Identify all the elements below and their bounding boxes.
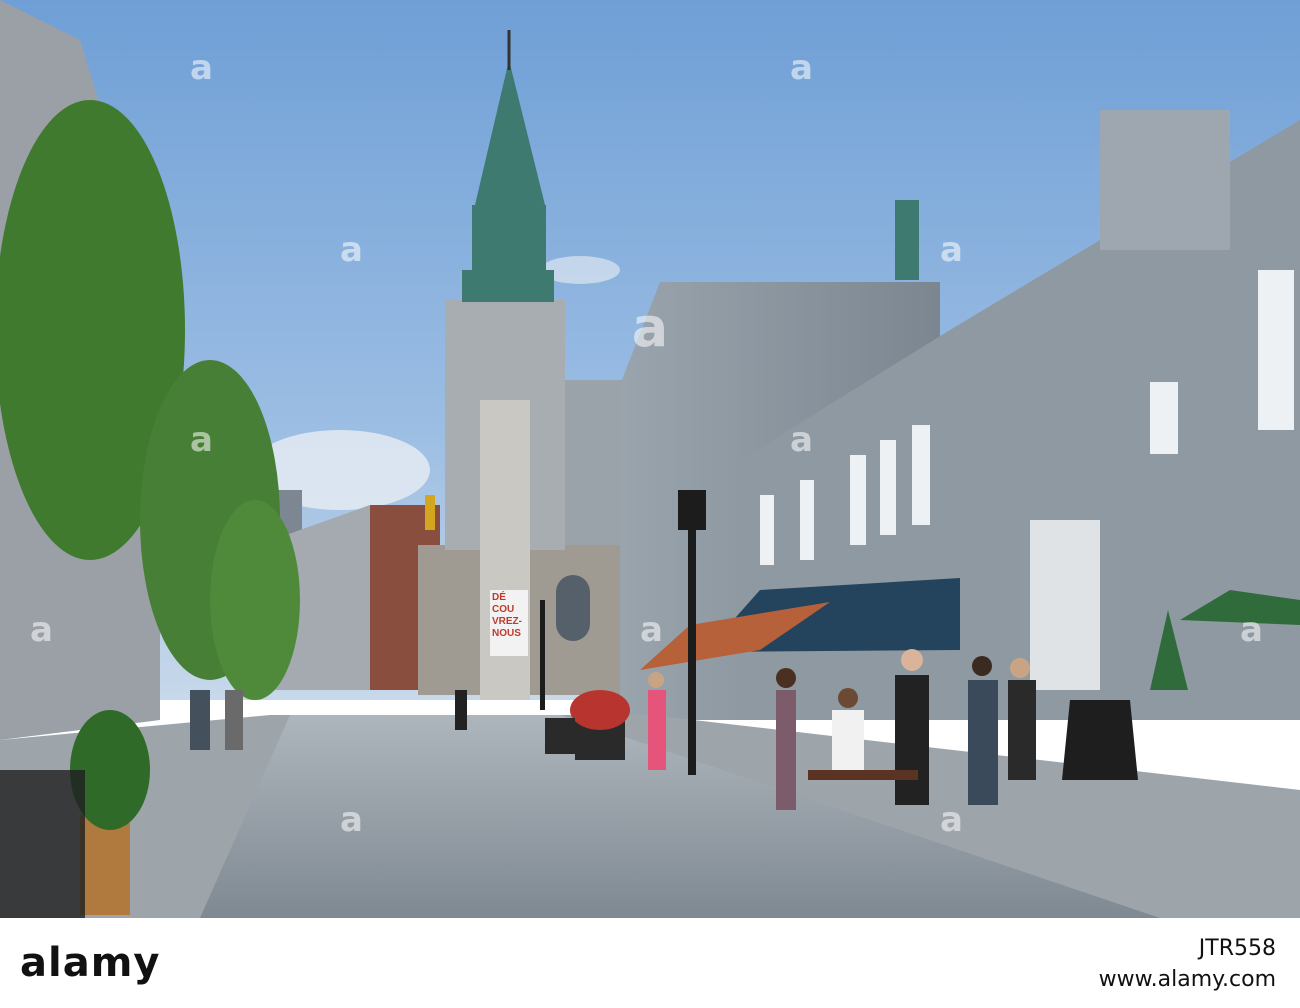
watermark-letter: a [190, 48, 213, 88]
watermark-letter: a [640, 610, 663, 650]
stock-footer: alamy JTR558 www.alamy.com [0, 918, 1300, 1008]
street-photo: DÉ COU VREZ- NOUS a a a a a a a a a a a … [0, 0, 1300, 918]
wooden-planter [80, 815, 130, 915]
chimney-block [1100, 110, 1230, 250]
image-id: JTR558 [1198, 936, 1276, 961]
planter [545, 718, 575, 754]
lamppost [688, 520, 696, 775]
tree [210, 500, 300, 700]
gold-statue [425, 495, 435, 530]
chalkboard-sign [1062, 700, 1138, 780]
watermark-letter: a [790, 420, 813, 460]
watermark-letter: a [190, 420, 213, 460]
watermark-center: a [631, 296, 669, 359]
lantern [678, 490, 706, 530]
banner-line: NOUS [492, 628, 521, 639]
statue [895, 200, 919, 280]
site-link[interactable]: www.alamy.com [1099, 967, 1276, 992]
alamy-logo: alamy [20, 940, 161, 986]
lamppost [540, 600, 545, 710]
banner-line: VREZ- [492, 616, 522, 627]
belfry [472, 205, 546, 275]
patio-fence [0, 770, 85, 918]
watermark-letter: a [940, 230, 963, 270]
banner-text: DÉ COU VREZ- NOUS [492, 592, 526, 640]
flowers [570, 690, 630, 730]
watermark-letter: a [30, 610, 53, 650]
watermark-letter: a [790, 48, 813, 88]
banner-line: COU [492, 604, 515, 615]
bench [808, 770, 918, 780]
banner-line: DÉ [492, 592, 506, 603]
watermark-letter: a [940, 800, 963, 840]
chapel-window [556, 575, 590, 641]
watermark-letter: a [340, 800, 363, 840]
footer-info: JTR558 www.alamy.com [1099, 936, 1276, 992]
watermark-letter: a [340, 230, 363, 270]
watermark-letter: a [1240, 610, 1263, 650]
arched-doorway [1030, 520, 1100, 690]
